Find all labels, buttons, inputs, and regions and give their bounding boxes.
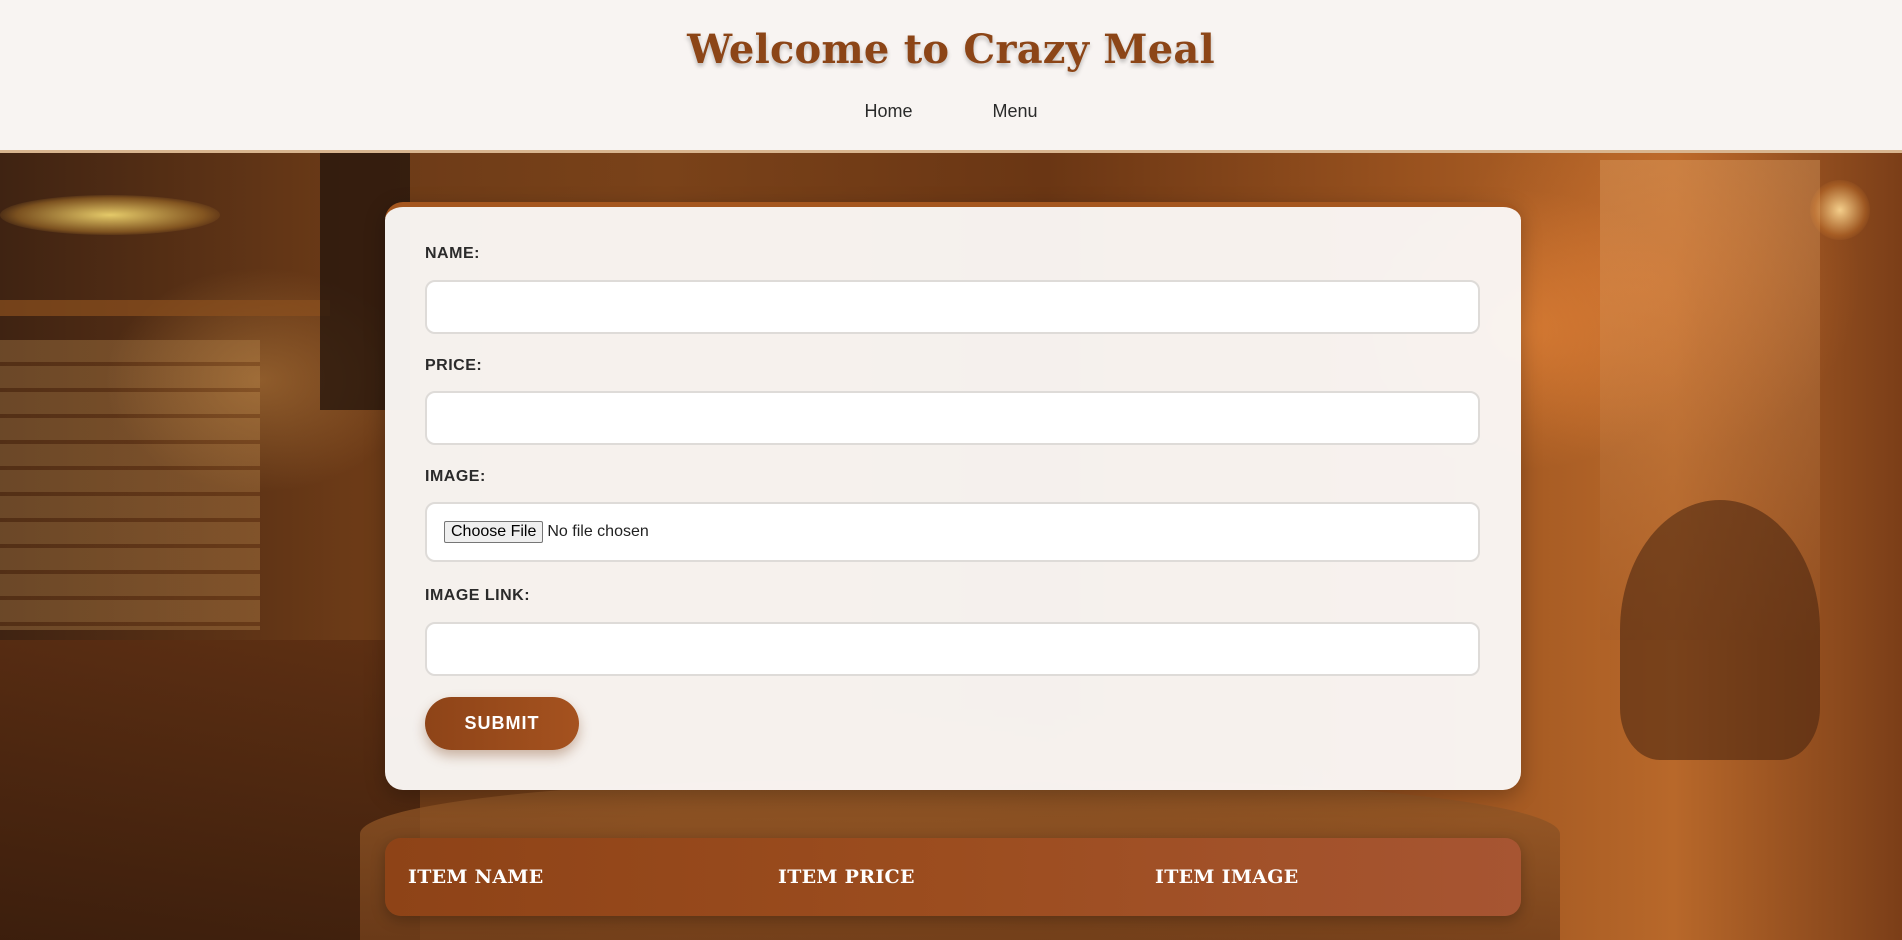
name-label: NAME: <box>425 245 480 262</box>
pendant-lamp <box>0 195 220 235</box>
nav-menu-link[interactable]: Menu <box>992 101 1037 122</box>
price-input[interactable] <box>425 391 1480 445</box>
wall-shelf <box>0 300 330 316</box>
site-header: Welcome to Crazy Meal Home Menu <box>0 0 1902 153</box>
nav-home-link[interactable]: Home <box>864 101 912 122</box>
price-label: PRICE: <box>425 357 483 374</box>
image-file-input[interactable]: Choose File No file chosen <box>425 502 1480 562</box>
name-input[interactable] <box>425 280 1480 334</box>
brick-wall <box>0 340 260 630</box>
items-table-header: ITEM NAME ITEM PRICE ITEM IMAGE <box>385 838 1521 916</box>
image-link-label: IMAGE LINK: <box>425 587 531 604</box>
column-item-price: ITEM PRICE <box>778 866 915 888</box>
column-item-name: ITEM NAME <box>408 866 544 888</box>
light-bulb <box>1810 180 1870 240</box>
add-item-form: NAME: PRICE: IMAGE: Choose File No file … <box>385 202 1521 790</box>
submit-button[interactable]: SUBMIT <box>425 697 579 750</box>
counter <box>0 640 420 940</box>
blurred-person <box>1620 500 1820 760</box>
main-nav: Home Menu <box>0 101 1902 122</box>
site-title: Welcome to Crazy Meal <box>687 26 1215 73</box>
column-item-image: ITEM IMAGE <box>1155 866 1299 888</box>
image-label: IMAGE: <box>425 468 486 485</box>
file-status-text: No file chosen <box>547 523 649 540</box>
image-link-input[interactable] <box>425 622 1480 676</box>
choose-file-button[interactable]: Choose File <box>444 521 544 543</box>
